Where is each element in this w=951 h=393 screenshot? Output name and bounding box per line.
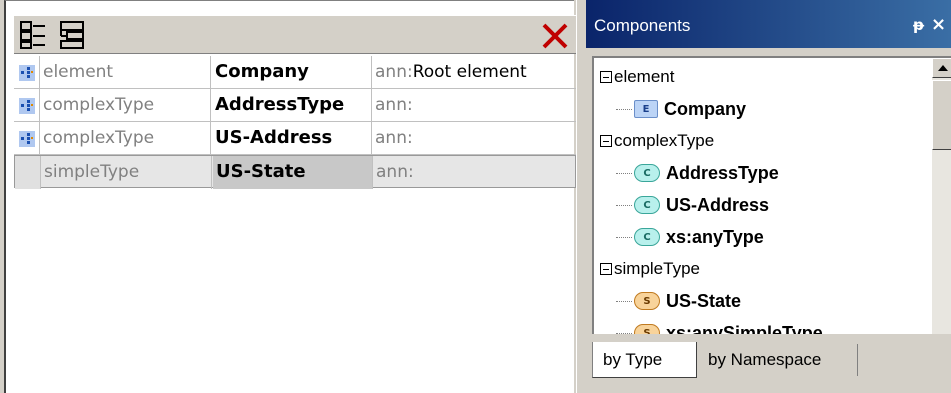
component-name: AddressType — [212, 89, 372, 122]
components-title: Components — [594, 16, 691, 35]
tree-item-label: xs:anySimpleType — [666, 322, 823, 335]
tree-connector — [616, 204, 632, 206]
ann-value: Root element — [412, 62, 527, 82]
components-tabs: by Type by Namespace — [592, 342, 951, 382]
tree-connector — [616, 300, 632, 302]
group-label: complexType — [614, 131, 715, 150]
tree-item[interactable]: E Company — [616, 93, 746, 125]
group-label: element — [614, 67, 675, 86]
pin-icon[interactable]: ᵽ — [913, 16, 924, 34]
tree-expand-button[interactable] — [54, 18, 89, 52]
tree-item[interactable]: S xs:anySimpleType — [616, 317, 823, 334]
ann-prefix: ann: — [376, 162, 414, 182]
table-row[interactable]: complexType AddressType ann: — [14, 89, 576, 122]
empty-icon-cell — [15, 156, 41, 189]
collapse-icon[interactable] — [600, 263, 612, 275]
ann-prefix: ann: — [375, 128, 413, 148]
tree-item[interactable]: C AddressType — [616, 157, 779, 189]
component-kind: complexType — [41, 89, 211, 122]
tree-scrollbar[interactable] — [932, 58, 951, 334]
tree-view-button[interactable] — [16, 18, 51, 52]
component-list: element Company ann:Root element complex… — [14, 56, 576, 393]
simpletype-icon: S — [634, 292, 660, 310]
simpletype-icon: S — [634, 324, 660, 334]
tree-item-label: US-State — [666, 290, 742, 311]
tree-item[interactable]: C US-Address — [616, 189, 769, 221]
tree-view-icon — [19, 21, 45, 49]
node-icon — [14, 122, 40, 155]
panel-splitter[interactable] — [576, 0, 584, 393]
tree-expand-icon — [59, 21, 84, 49]
tree-group-element[interactable]: element — [600, 61, 674, 93]
component-name: Company — [212, 56, 372, 89]
component-kind: element — [41, 56, 211, 89]
close-button[interactable] — [540, 21, 570, 51]
collapse-icon[interactable] — [600, 71, 612, 83]
tree-item[interactable]: C xs:anyType — [616, 221, 764, 253]
node-icon — [14, 89, 40, 122]
group-label: simpleType — [614, 259, 700, 278]
scroll-up-button[interactable] — [932, 58, 951, 78]
component-annotation[interactable]: ann: — [373, 122, 576, 155]
tree-item-label: AddressType — [666, 162, 779, 183]
tree-group-simpletype[interactable]: simpleType — [600, 253, 700, 285]
component-name: US-State — [213, 156, 373, 189]
scroll-thumb[interactable] — [932, 80, 951, 150]
tab-by-type[interactable]: by Type — [592, 342, 697, 378]
component-annotation[interactable]: ann:Root element — [373, 56, 576, 89]
complextype-icon: C — [634, 196, 660, 214]
components-tree-box: element E Company complexType C AddressT… — [592, 56, 951, 334]
close-panel-button[interactable]: × — [931, 14, 946, 35]
schema-overview-panel: element Company ann:Root element complex… — [4, 0, 576, 393]
tab-by-namespace[interactable]: by Namespace — [698, 344, 858, 376]
tree-group-complextype[interactable]: complexType — [600, 125, 714, 157]
tree-connector — [616, 236, 632, 238]
table-row[interactable]: complexType US-Address ann: — [14, 122, 576, 155]
tree-item-label: Company — [664, 98, 747, 119]
tree-item[interactable]: S US-State — [616, 285, 741, 317]
table-row-selected[interactable]: simpleType US-State ann: — [14, 155, 577, 189]
overview-toolbar — [14, 15, 576, 54]
components-tree: element E Company complexType C AddressT… — [594, 58, 924, 334]
complextype-icon: C — [634, 228, 660, 246]
component-name: US-Address — [212, 122, 372, 155]
node-icon — [14, 56, 40, 89]
components-panel: Components ᵽ × element E Company complex… — [586, 0, 951, 393]
table-row[interactable]: element Company ann:Root element — [14, 56, 576, 89]
tree-item-label: US-Address — [666, 194, 770, 215]
close-icon — [542, 23, 568, 49]
component-kind: complexType — [41, 122, 211, 155]
complextype-icon: C — [634, 164, 660, 182]
component-annotation[interactable]: ann: — [373, 89, 576, 122]
tree-connector — [616, 172, 632, 174]
component-kind: simpleType — [42, 156, 212, 189]
ann-prefix: ann: — [375, 62, 413, 82]
tree-item-label: xs:anyType — [666, 226, 764, 247]
ann-prefix: ann: — [375, 95, 413, 115]
tree-connector — [616, 332, 632, 334]
element-icon: E — [634, 100, 658, 118]
arrow-up-icon — [937, 65, 948, 71]
components-title-bar[interactable]: Components ᵽ × — [586, 0, 951, 48]
collapse-icon[interactable] — [600, 135, 612, 147]
tree-connector — [616, 108, 632, 110]
component-annotation[interactable]: ann: — [374, 156, 577, 189]
